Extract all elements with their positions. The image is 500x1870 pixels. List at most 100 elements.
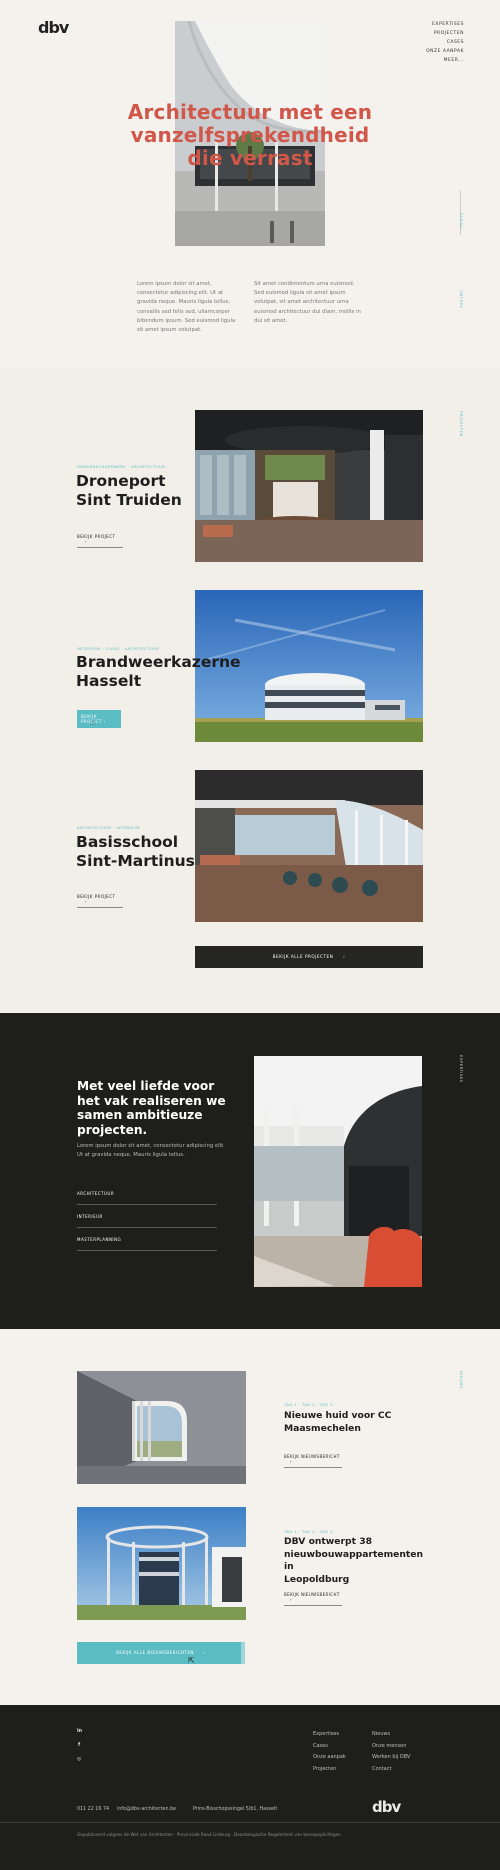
- nav-expertises[interactable]: EXPERTISES: [426, 20, 464, 29]
- button-label: BEKIJK PROJECT: [77, 894, 116, 899]
- project-title-line: Brandweerkazerne: [76, 653, 241, 671]
- arrow-right-icon: ›: [343, 954, 346, 959]
- bekijk-nieuwsbericht-button[interactable]: BEKIJK NIEUWSBERICHT ›: [284, 1454, 342, 1468]
- button-label: BEKIJK NIEUWSBERICHT: [284, 1592, 340, 1597]
- site-footer: in f ◎ Expertises Cases Onze aanpak Proj…: [0, 1705, 500, 1870]
- project-category: INTERIEUR · CIVIEL · ARCHITECTUUR: [77, 646, 160, 651]
- news-tags: TAG 1 · TAG 2 · TAG 3: [284, 1402, 334, 1407]
- news-tags: TAG 1 · TAG 2 · TAG 3: [284, 1529, 334, 1534]
- hero-title-line: vanzelfsprekendheid: [130, 123, 370, 147]
- arrow-right-icon: ›: [85, 899, 88, 904]
- news-title-line: Leopoldburg: [284, 1573, 350, 1585]
- expertise-link-architectuur[interactable]: ARCHITECTUUR: [77, 1191, 217, 1205]
- button-label: BEKIJK ALLE PROJECTEN: [272, 954, 334, 959]
- project-category: GEMEENSCHAPSWERK · ARCHITECTUUR: [77, 464, 166, 469]
- project-title-line: Basisschool: [76, 833, 179, 851]
- button-label: BEKIJK NIEUWSBERICHT: [284, 1454, 340, 1459]
- expertise-title-line: Met veel liefde voor: [77, 1079, 215, 1093]
- nav-meer[interactable]: MEER...: [426, 56, 464, 65]
- hero-section: dbv EXPERTISES PROJECTEN CASES ONZE AANP…: [0, 0, 500, 368]
- footer-link-expertises[interactable]: Expertises: [313, 1729, 346, 1741]
- instagram-icon[interactable]: ◎: [77, 1757, 81, 1762]
- expertise-link-masterplanning[interactable]: MASTERPLANNING: [77, 1237, 217, 1251]
- projects-section: PROJECTEN GEMEENSCHAPSWERK · ARCHITECTUU…: [0, 368, 500, 1013]
- project-title-line: Sint-Martinus: [76, 852, 195, 870]
- news-title-line: Nieuwe huid voor CC: [284, 1410, 392, 1421]
- expertise-title-line: projecten.: [77, 1122, 148, 1137]
- hero-title-line: Architectuur met een: [127, 100, 373, 124]
- hero-title: Architectuur met een vanzelfsprekendheid…: [100, 101, 400, 170]
- nav-cases[interactable]: CASES: [426, 38, 464, 47]
- arrow-right-icon: ›: [203, 1650, 206, 1655]
- expertise-text: Lorem ipsum dolor sit amet, consectetur …: [77, 1142, 227, 1160]
- news-title[interactable]: DBV ontwerpt 38 nieuwbouwappartementen i…: [284, 1536, 424, 1586]
- footer-link-nieuws[interactable]: Nieuws: [372, 1729, 410, 1741]
- footer-phone[interactable]: 011 22 16 74: [77, 1807, 109, 1812]
- expertise-title: Met veel liefde voor het vak realiseren …: [77, 1079, 227, 1137]
- footer-link-cases[interactable]: Cases: [313, 1741, 346, 1753]
- bekijk-alle-projecten-button[interactable]: BEKIJK ALLE PROJECTEN ›: [195, 946, 423, 968]
- footer-link-onze-aanpak[interactable]: Onze aanpak: [313, 1752, 346, 1764]
- project-title-line: Sint Truiden: [76, 491, 182, 509]
- news-image-leopoldburg[interactable]: [77, 1507, 246, 1620]
- news-title-line: DBV ontwerpt 38: [284, 1536, 373, 1547]
- footer-col1: Expertises Cases Onze aanpak Projecten: [313, 1729, 346, 1775]
- expertise-image: [254, 1056, 422, 1287]
- hero-title-line: die verrast: [187, 146, 313, 170]
- hero-text-col1: Lorem ipsum dolor sit amet, consectetur …: [137, 281, 236, 334]
- button-label: BEKIJK ALLE NIEUWSBERICHTEN: [116, 1650, 194, 1655]
- arrow-right-icon: ›: [85, 539, 88, 544]
- side-label-projecten: PROJECTEN: [459, 411, 463, 437]
- project-title[interactable]: Brandweerkazerne Hasselt: [76, 653, 241, 691]
- news-title[interactable]: Nieuwe huid voor CC Maasmechelen: [284, 1410, 424, 1435]
- footer-link-werken-bij-dbv[interactable]: Werken bij DBV: [372, 1752, 410, 1764]
- footer-legal[interactable]: Gepubliceerd volgens de Wet van Architec…: [77, 1832, 407, 1837]
- expertise-title-line: samen ambitieuze: [77, 1108, 203, 1122]
- side-label-nieuws: NIEUWS: [459, 1371, 463, 1390]
- footer-link-onze-mensen[interactable]: Onze mensen: [372, 1741, 410, 1753]
- facebook-icon[interactable]: f: [78, 1743, 80, 1748]
- bekijk-nieuwsbericht-button[interactable]: BEKIJK NIEUWSBERICHT ›: [284, 1592, 342, 1606]
- side-label-expertises: EXPERTISES: [459, 1055, 463, 1083]
- footer-address: Prins-Bisschopssingel 5/b1, Hasselt: [193, 1807, 278, 1812]
- project-title-line: Droneport: [76, 472, 166, 490]
- hero-text-col2: Sit amet condimentum urna euismod. Sed e…: [254, 281, 361, 324]
- bekijk-alle-nieuwsberichten-button[interactable]: BEKIJK ALLE NIEUWSBERICHTEN ›: [77, 1642, 245, 1664]
- news-title-line: nieuwbouwappartementen in: [284, 1548, 424, 1573]
- footer-logo[interactable]: dbv: [372, 1798, 401, 1816]
- project-category: ARCHITECTUUR · INTERIEUR: [77, 825, 141, 830]
- site-logo[interactable]: dbv: [38, 18, 69, 37]
- nav-onze-aanpak[interactable]: ONZE AANPAK: [426, 47, 464, 56]
- linkedin-icon[interactable]: in: [77, 1729, 82, 1734]
- footer-link-contact[interactable]: Contact: [372, 1764, 410, 1776]
- project-title-line: Hasselt: [76, 672, 142, 690]
- news-title-line: Maasmechelen: [284, 1422, 361, 1434]
- project-title[interactable]: Droneport Sint Truiden: [76, 472, 196, 510]
- cursor-arrow-icon: ⇱: [188, 1656, 195, 1665]
- footer-col2: Nieuws Onze mensen Werken bij DBV Contac…: [372, 1729, 410, 1775]
- footer-email[interactable]: info@dbv-architecten.be: [117, 1807, 176, 1812]
- bekijk-project-button[interactable]: BEKIJK PROJECT ›: [77, 710, 121, 728]
- project-image-droneport[interactable]: [195, 410, 423, 562]
- expertise-text-line: Lorem ipsum dolor sit amet, consectetur …: [77, 1143, 225, 1149]
- expertise-text-line: Ut at gravida neque. Mauris ligula tellu…: [77, 1152, 185, 1158]
- nav-projecten[interactable]: PROJECTEN: [426, 29, 464, 38]
- side-label-scroll: SCROLL: [459, 213, 463, 231]
- cursor-hand-icon: ☝: [90, 718, 95, 727]
- footer-link-projecten[interactable]: Projecten: [313, 1764, 346, 1776]
- arrow-right-icon: ›: [290, 1459, 292, 1464]
- news-section: NIEUWS TAG 1 · TAG 2 · TAG 3 Nieuwe huid…: [0, 1329, 500, 1705]
- expertise-link-interieur[interactable]: INTERIEUR: [77, 1214, 217, 1228]
- footer-divider: [0, 1822, 500, 1823]
- project-image-basisschool[interactable]: [195, 770, 423, 922]
- expertise-title-line: het vak realiseren we: [77, 1093, 226, 1108]
- main-nav: EXPERTISES PROJECTEN CASES ONZE AANPAK M…: [426, 20, 464, 65]
- project-title[interactable]: Basisschool Sint-Martinus: [76, 833, 206, 871]
- arrow-right-icon: ›: [103, 719, 106, 724]
- news-image-cc-maasmechelen[interactable]: [77, 1371, 246, 1484]
- bekijk-project-button[interactable]: BEKIJK PROJECT ›: [77, 894, 123, 908]
- bekijk-project-button[interactable]: BEKIJK PROJECT ›: [77, 534, 123, 548]
- expertise-section: EXPERTISES Met veel liefde voor het vak …: [0, 1013, 500, 1329]
- arrow-right-icon: ›: [290, 1597, 292, 1602]
- button-edge: [241, 1642, 245, 1664]
